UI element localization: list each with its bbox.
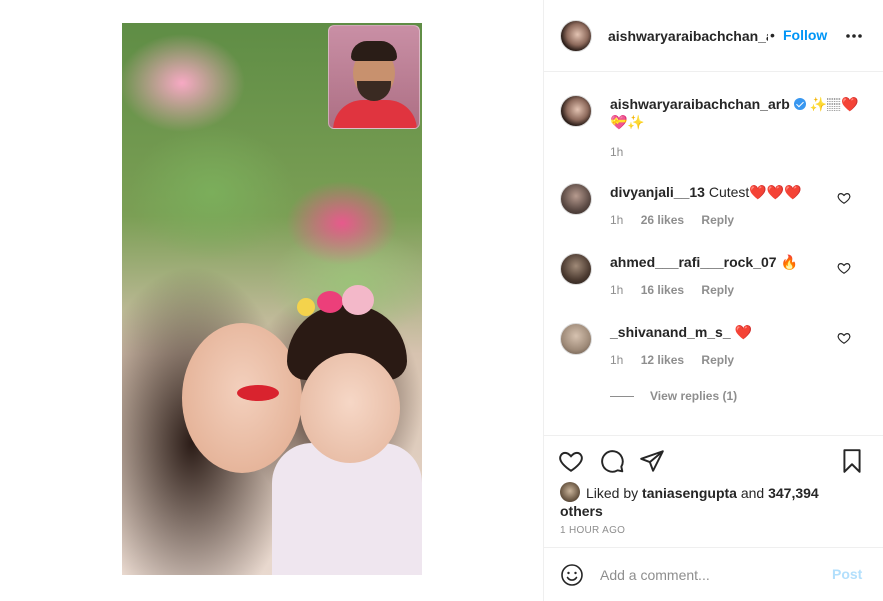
like-comment-heart-icon[interactable] <box>837 261 851 275</box>
author-username[interactable]: aishwaryaraibachchan_arb <box>608 28 768 44</box>
liked-by-prefix: Liked by <box>586 485 639 501</box>
inset-shirt <box>333 100 417 128</box>
comment-text-block: ahmed___rafi___rock_07 🔥 <box>610 253 798 271</box>
caption-username[interactable]: aishwaryaraibachchan_arb <box>610 96 790 112</box>
comment-text-block: divyanjali__13 Cutest❤️❤️❤️ <box>610 183 802 201</box>
post-actions: Liked by taniasengupta and 347,394 other… <box>544 435 883 547</box>
hair-flower-pink <box>317 291 343 313</box>
follow-button[interactable]: Follow <box>783 27 827 43</box>
like-comment-heart-icon[interactable] <box>837 331 851 345</box>
verified-badge-icon <box>793 98 806 110</box>
comment-item: _shivanand_m_s_ ❤️ 1h 12 likes Reply <box>544 323 883 393</box>
comment-likes[interactable]: 16 likes <box>641 283 684 297</box>
comment-username[interactable]: divyanjali__13 <box>610 184 705 200</box>
author-avatar[interactable] <box>560 20 592 52</box>
comment-meta: 1h 26 likes Reply <box>610 213 748 227</box>
comment-time[interactable]: 1h <box>610 353 623 367</box>
details-panel: aishwaryaraibachchan_arb • Follow aishwa… <box>543 0 883 601</box>
media-panel <box>0 0 543 601</box>
comments-list[interactable]: aishwaryaraibachchan_arb ✨🏽❤️💝✨ 1h divya… <box>544 73 883 435</box>
comment-likes[interactable]: 26 likes <box>641 213 684 227</box>
caption-avatar[interactable] <box>560 95 592 127</box>
like-heart-icon[interactable] <box>558 448 584 474</box>
header-separator: • <box>770 27 775 43</box>
comment-reply-button[interactable]: Reply <box>701 353 734 367</box>
video-call-inset <box>328 25 420 129</box>
comment-reply-button[interactable]: Reply <box>701 213 734 227</box>
more-horizontal-icon[interactable] <box>844 26 864 46</box>
liker-avatar[interactable] <box>560 482 580 502</box>
comment-time[interactable]: 1h <box>610 283 623 297</box>
post-comment-button[interactable]: Post <box>832 566 862 582</box>
comment-reply-button[interactable]: Reply <box>701 283 734 297</box>
like-comment-heart-icon[interactable] <box>837 191 851 205</box>
inset-beard <box>357 81 391 101</box>
liked-by: Liked by taniasengupta and 347,394 other… <box>560 482 860 520</box>
comment-text-block: _shivanand_m_s_ ❤️ <box>610 323 752 341</box>
inset-hair <box>351 41 397 61</box>
comment-avatar[interactable] <box>560 253 592 285</box>
instagram-post-modal: aishwaryaraibachchan_arb • Follow aishwa… <box>0 0 883 601</box>
view-replies-label: View replies (1) <box>650 389 738 403</box>
comment-meta: 1h 16 likes Reply <box>610 283 748 297</box>
comment-bubble-icon[interactable] <box>599 448 625 474</box>
post-header: aishwaryaraibachchan_arb • Follow <box>544 0 883 72</box>
comment-input[interactable] <box>600 564 820 586</box>
post-timestamp[interactable]: 1 HOUR AGO <box>560 525 625 536</box>
add-comment-bar: Post <box>544 547 883 601</box>
hair-flower-light <box>342 285 374 315</box>
caption-time[interactable]: 1h <box>610 145 623 159</box>
liked-by-user[interactable]: taniasengupta <box>642 485 737 501</box>
share-paper-plane-icon[interactable] <box>639 448 665 474</box>
comment-text: ❤️ <box>734 324 752 340</box>
comment-likes[interactable]: 12 likes <box>641 353 684 367</box>
photo-face-girl <box>300 353 400 463</box>
comment-time[interactable]: 1h <box>610 213 623 227</box>
comment-avatar[interactable] <box>560 323 592 355</box>
comment-text: Cutest❤️❤️❤️ <box>708 184 802 200</box>
comment-avatar[interactable] <box>560 183 592 215</box>
caption-text-block: aishwaryaraibachchan_arb ✨🏽❤️💝✨ <box>610 95 860 131</box>
post-photo[interactable] <box>122 23 422 575</box>
save-bookmark-icon[interactable] <box>839 448 865 474</box>
replies-line <box>610 396 634 398</box>
hair-flower-yellow <box>297 298 315 316</box>
view-replies-button[interactable]: View replies (1) <box>610 389 737 403</box>
emoji-smile-icon[interactable] <box>560 563 584 587</box>
comment-meta: 1h 12 likes Reply <box>610 353 748 367</box>
comment-item: ahmed___rafi___rock_07 🔥 1h 16 likes Rep… <box>544 253 883 323</box>
photo-lips <box>237 385 279 401</box>
liked-by-and: and <box>740 485 765 501</box>
comment-username[interactable]: ahmed___rafi___rock_07 <box>610 254 777 270</box>
comment-item: divyanjali__13 Cutest❤️❤️❤️ 1h 26 likes … <box>544 183 883 253</box>
comment-username[interactable]: _shivanand_m_s_ <box>610 324 731 340</box>
comment-text: 🔥 <box>780 254 798 270</box>
